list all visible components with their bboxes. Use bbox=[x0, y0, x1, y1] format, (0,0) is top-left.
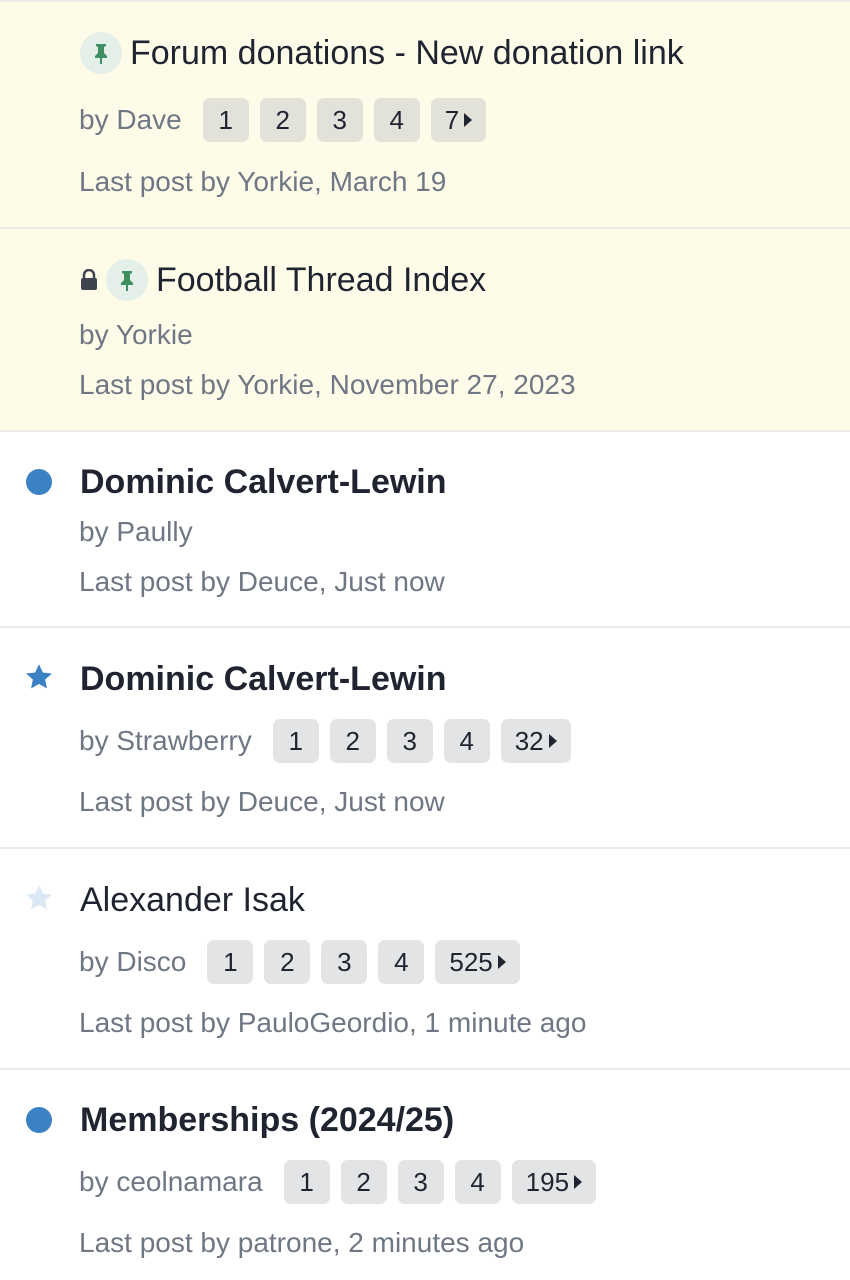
thread-title[interactable]: Dominic Calvert-Lewin bbox=[80, 659, 447, 699]
thread-title-row: Football Thread Index bbox=[80, 259, 830, 301]
thread-meta: by Dave 1 2 3 4 7 bbox=[79, 98, 830, 142]
thread-author: by Yorkie bbox=[79, 319, 193, 350]
thread-author: by Strawberry bbox=[79, 725, 252, 756]
thread-meta: by Paully bbox=[79, 516, 830, 548]
thread-title-row: Dominic Calvert-Lewin bbox=[80, 659, 830, 699]
page-button[interactable]: 4 bbox=[378, 940, 425, 984]
thread-row[interactable]: Dominic Calvert-Lewin by Strawberry 1 2 … bbox=[0, 626, 850, 849]
page-button[interactable]: 3 bbox=[316, 98, 363, 142]
page-button[interactable]: 1 bbox=[283, 1160, 330, 1204]
page-button[interactable]: 3 bbox=[386, 719, 433, 763]
star-outline-icon bbox=[26, 885, 52, 910]
last-post-info[interactable]: Last post by Deuce, Just now bbox=[79, 786, 445, 818]
unread-dot-icon bbox=[26, 1107, 52, 1133]
page-button[interactable]: 2 bbox=[340, 1160, 387, 1204]
caret-right-icon bbox=[574, 1175, 583, 1189]
last-page-number: 195 bbox=[525, 1166, 570, 1197]
thread-title[interactable]: Memberships (2024/25) bbox=[80, 1100, 454, 1140]
star-icon bbox=[26, 664, 52, 689]
last-page-button[interactable]: 32 bbox=[500, 719, 571, 763]
page-button[interactable]: 1 bbox=[202, 98, 249, 142]
page-button[interactable]: 1 bbox=[207, 940, 254, 984]
thread-meta: by Disco 1 2 3 4 525 bbox=[79, 940, 830, 984]
last-page-number: 32 bbox=[514, 725, 544, 756]
thread-title-row: Forum donations - New donation link bbox=[80, 32, 830, 74]
page-button[interactable]: 4 bbox=[373, 98, 420, 142]
unread-dot-icon bbox=[26, 469, 52, 495]
pin-icon bbox=[80, 32, 122, 74]
caret-right-icon bbox=[548, 734, 557, 748]
last-post-info[interactable]: Last post by patrone, 2 minutes ago bbox=[79, 1227, 524, 1259]
thread-title[interactable]: Forum donations - New donation link bbox=[130, 33, 684, 73]
thread-author: by Disco bbox=[79, 946, 187, 977]
caret-right-icon bbox=[464, 113, 473, 127]
thread-author: by Paully bbox=[79, 516, 193, 547]
thread-meta: by ceolnamara 1 2 3 4 195 bbox=[79, 1160, 830, 1204]
thread-author: by Dave bbox=[79, 104, 182, 135]
thread-title[interactable]: Dominic Calvert-Lewin bbox=[80, 462, 447, 502]
page-button[interactable]: 4 bbox=[454, 1160, 501, 1204]
page-button[interactable]: 2 bbox=[259, 98, 306, 142]
thread-row[interactable]: Football Thread Index by Yorkie Last pos… bbox=[0, 227, 850, 432]
thread-title-row: Memberships (2024/25) bbox=[80, 1100, 830, 1140]
thread-title-row: Dominic Calvert-Lewin bbox=[80, 462, 830, 502]
last-page-button[interactable]: 195 bbox=[511, 1160, 597, 1204]
pin-icon bbox=[106, 259, 148, 301]
thread-row[interactable]: Forum donations - New donation link by D… bbox=[0, 0, 850, 229]
page-button[interactable]: 4 bbox=[443, 719, 490, 763]
thread-author: by ceolnamara bbox=[79, 1166, 263, 1197]
lock-icon bbox=[80, 269, 98, 291]
thread-row[interactable]: Memberships (2024/25) by ceolnamara 1 2 … bbox=[0, 1068, 850, 1280]
page-button[interactable]: 2 bbox=[329, 719, 376, 763]
thread-row[interactable]: Dominic Calvert-Lewin by Paully Last pos… bbox=[0, 430, 850, 628]
thread-row[interactable]: Alexander Isak by Disco 1 2 3 4 525 Last… bbox=[0, 847, 850, 1070]
thread-meta: by Strawberry 1 2 3 4 32 bbox=[79, 719, 830, 763]
caret-right-icon bbox=[497, 955, 506, 969]
page-button[interactable]: 3 bbox=[397, 1160, 444, 1204]
thread-title-row: Alexander Isak bbox=[80, 880, 830, 920]
page-button[interactable]: 2 bbox=[264, 940, 311, 984]
page-button[interactable]: 3 bbox=[321, 940, 368, 984]
last-post-info[interactable]: Last post by Yorkie, November 27, 2023 bbox=[79, 369, 576, 401]
thread-title[interactable]: Alexander Isak bbox=[80, 880, 305, 920]
thread-title[interactable]: Football Thread Index bbox=[156, 260, 486, 300]
last-post-info[interactable]: Last post by Yorkie, March 19 bbox=[79, 166, 446, 198]
thread-meta: by Yorkie bbox=[79, 319, 830, 351]
page-button[interactable]: 1 bbox=[272, 719, 319, 763]
last-page-button[interactable]: 525 bbox=[435, 940, 520, 984]
last-page-number: 7 bbox=[444, 104, 460, 135]
last-page-number: 525 bbox=[449, 946, 493, 977]
last-post-info[interactable]: Last post by Deuce, Just now bbox=[79, 566, 445, 598]
last-post-info[interactable]: Last post by PauloGeordio, 1 minute ago bbox=[79, 1007, 586, 1039]
last-page-button[interactable]: 7 bbox=[430, 98, 487, 142]
